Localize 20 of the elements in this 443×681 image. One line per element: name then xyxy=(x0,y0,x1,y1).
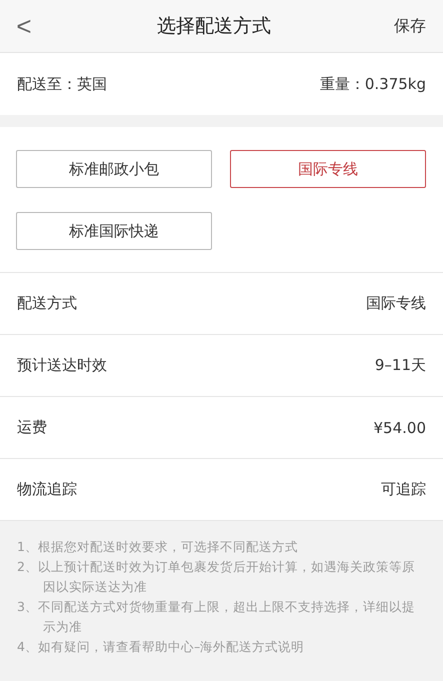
detail-label: 配送方式 xyxy=(17,294,77,313)
detail-label: 运费 xyxy=(17,418,47,437)
detail-value: 可追踪 xyxy=(381,480,426,499)
detail-value: ¥54.00 xyxy=(374,418,426,436)
detail-value: 9–11天 xyxy=(374,356,426,375)
detail-label: 预计送达时效 xyxy=(17,356,107,375)
shipping-option[interactable]: 标准国际快递 xyxy=(16,212,212,250)
page-title: 选择配送方式 xyxy=(157,14,271,39)
detail-label: 物流追踪 xyxy=(17,480,77,499)
note-text: 4、如有疑问，请查看帮助中心–海外配送方式说明 xyxy=(17,638,306,656)
note-text: 2、以上预计配送时效为订单包裹发货后开始计算，如遇海关政策等原因以实际送达为准 xyxy=(17,558,416,596)
back-button[interactable]: < xyxy=(14,10,34,42)
weight-text: 重量：0.375kg xyxy=(320,74,426,94)
shipping-option[interactable]: 标准邮政小包 xyxy=(16,150,212,188)
destination-text: 配送至：英国 xyxy=(17,74,107,94)
shipping-option[interactable]: 国际专线 xyxy=(230,150,426,188)
detail-value: 国际专线 xyxy=(366,294,426,313)
note-text: 3、不同配送方式对货物重量有上限，超出上限不支持选择，详细以提示为准 xyxy=(17,598,416,636)
save-button[interactable]: 保存 xyxy=(394,16,426,36)
note-text: 1、根据您对配送时效要求，可选择不同配送方式 xyxy=(17,538,299,556)
